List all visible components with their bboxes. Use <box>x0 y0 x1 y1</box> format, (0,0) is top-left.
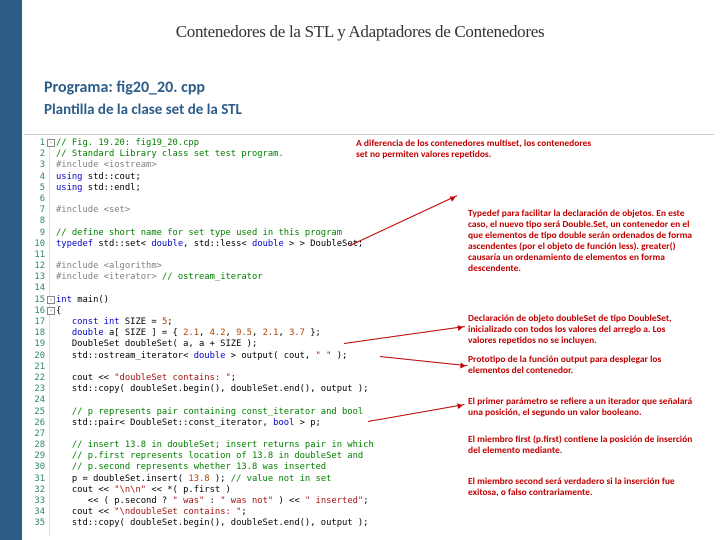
line-number: 16 <box>24 306 45 317</box>
line-number: 9 <box>24 228 45 239</box>
code-area: A diferencia de los contenedores multise… <box>50 138 714 536</box>
line-number: 33 <box>24 496 45 507</box>
code-line: // p.second represents whether 13.8 was … <box>56 462 714 473</box>
line-number: 12 <box>24 261 45 272</box>
line-number: 35 <box>24 518 45 529</box>
line-number: 2 <box>24 149 45 160</box>
line-number: 21 <box>24 362 45 373</box>
line-number: 15 <box>24 295 45 306</box>
line-number: 6 <box>24 194 45 205</box>
line-number: 24 <box>24 395 45 406</box>
line-number: 31 <box>24 474 45 485</box>
code-line: using std::endl; <box>56 183 714 194</box>
left-accent-bar <box>0 0 22 540</box>
line-number: 17 <box>24 317 45 328</box>
annotation-typedef: Typedef para facilitar la declaración de… <box>468 208 694 274</box>
slide-title: Contenedores de la STL y Adaptadores de … <box>0 22 720 42</box>
line-number: 4 <box>24 172 45 183</box>
line-number: 1 <box>24 138 45 149</box>
slide: Contenedores de la STL y Adaptadores de … <box>0 0 720 540</box>
line-number: 5 <box>24 183 45 194</box>
code-line: cout << "\ndoubleSet contains: "; <box>56 507 714 518</box>
line-number: 30 <box>24 462 45 473</box>
code-pane: 1234567891011121314151617181920212223242… <box>24 138 714 536</box>
line-number: 3 <box>24 160 45 171</box>
line-number: 8 <box>24 216 45 227</box>
line-number: 10 <box>24 239 45 250</box>
fold-marker[interactable]: - <box>47 307 55 315</box>
annotation-set-unique: A diferencia de los contenedores multise… <box>356 138 600 160</box>
fold-marker[interactable]: - <box>47 296 55 304</box>
program-desc: Plantilla de la clase set de la STL <box>44 101 242 119</box>
line-number: 34 <box>24 507 45 518</box>
code-line: using std::cout; <box>56 172 714 183</box>
line-number: 18 <box>24 328 45 339</box>
program-name: Programa: fig20_20. cpp <box>44 78 242 97</box>
divider <box>24 134 714 135</box>
line-number: 23 <box>24 384 45 395</box>
annotation-decl: Declaración de objeto doubleSet de tipo … <box>468 313 694 346</box>
line-number: 32 <box>24 485 45 496</box>
line-number: 11 <box>24 250 45 261</box>
line-number: 20 <box>24 351 45 362</box>
line-number: 25 <box>24 407 45 418</box>
subheading: Programa: fig20_20. cpp Plantilla de la … <box>44 78 242 119</box>
line-number: 26 <box>24 418 45 429</box>
line-number-gutter: 1234567891011121314151617181920212223242… <box>24 138 50 536</box>
line-number: 22 <box>24 373 45 384</box>
line-number: 14 <box>24 283 45 294</box>
annotation-first: El miembro first (p.first) contiene la p… <box>468 434 694 456</box>
code-line <box>56 283 714 294</box>
line-number: 29 <box>24 451 45 462</box>
code-line: std::copy( doubleSet.begin(), doubleSet.… <box>56 518 714 529</box>
code-line: std::pair< DoubleSet::const_iterator, bo… <box>56 418 714 429</box>
line-number: 28 <box>24 440 45 451</box>
line-number: 13 <box>24 272 45 283</box>
line-number: 27 <box>24 429 45 440</box>
code-line: #include <iostream> <box>56 160 714 171</box>
line-number: 19 <box>24 339 45 350</box>
annotation-pair: El primer parámetro se refiere a un iter… <box>468 396 694 418</box>
code-line <box>56 194 714 205</box>
code-line: int main() <box>56 295 714 306</box>
line-number: 7 <box>24 205 45 216</box>
fold-marker[interactable]: - <box>47 139 55 147</box>
annotation-second: El miembro second será verdadero si la i… <box>468 476 694 498</box>
annotation-output: Prototipo de la función output para desp… <box>468 354 692 376</box>
code-line: std::copy( doubleSet.begin(), doubleSet.… <box>56 384 714 395</box>
